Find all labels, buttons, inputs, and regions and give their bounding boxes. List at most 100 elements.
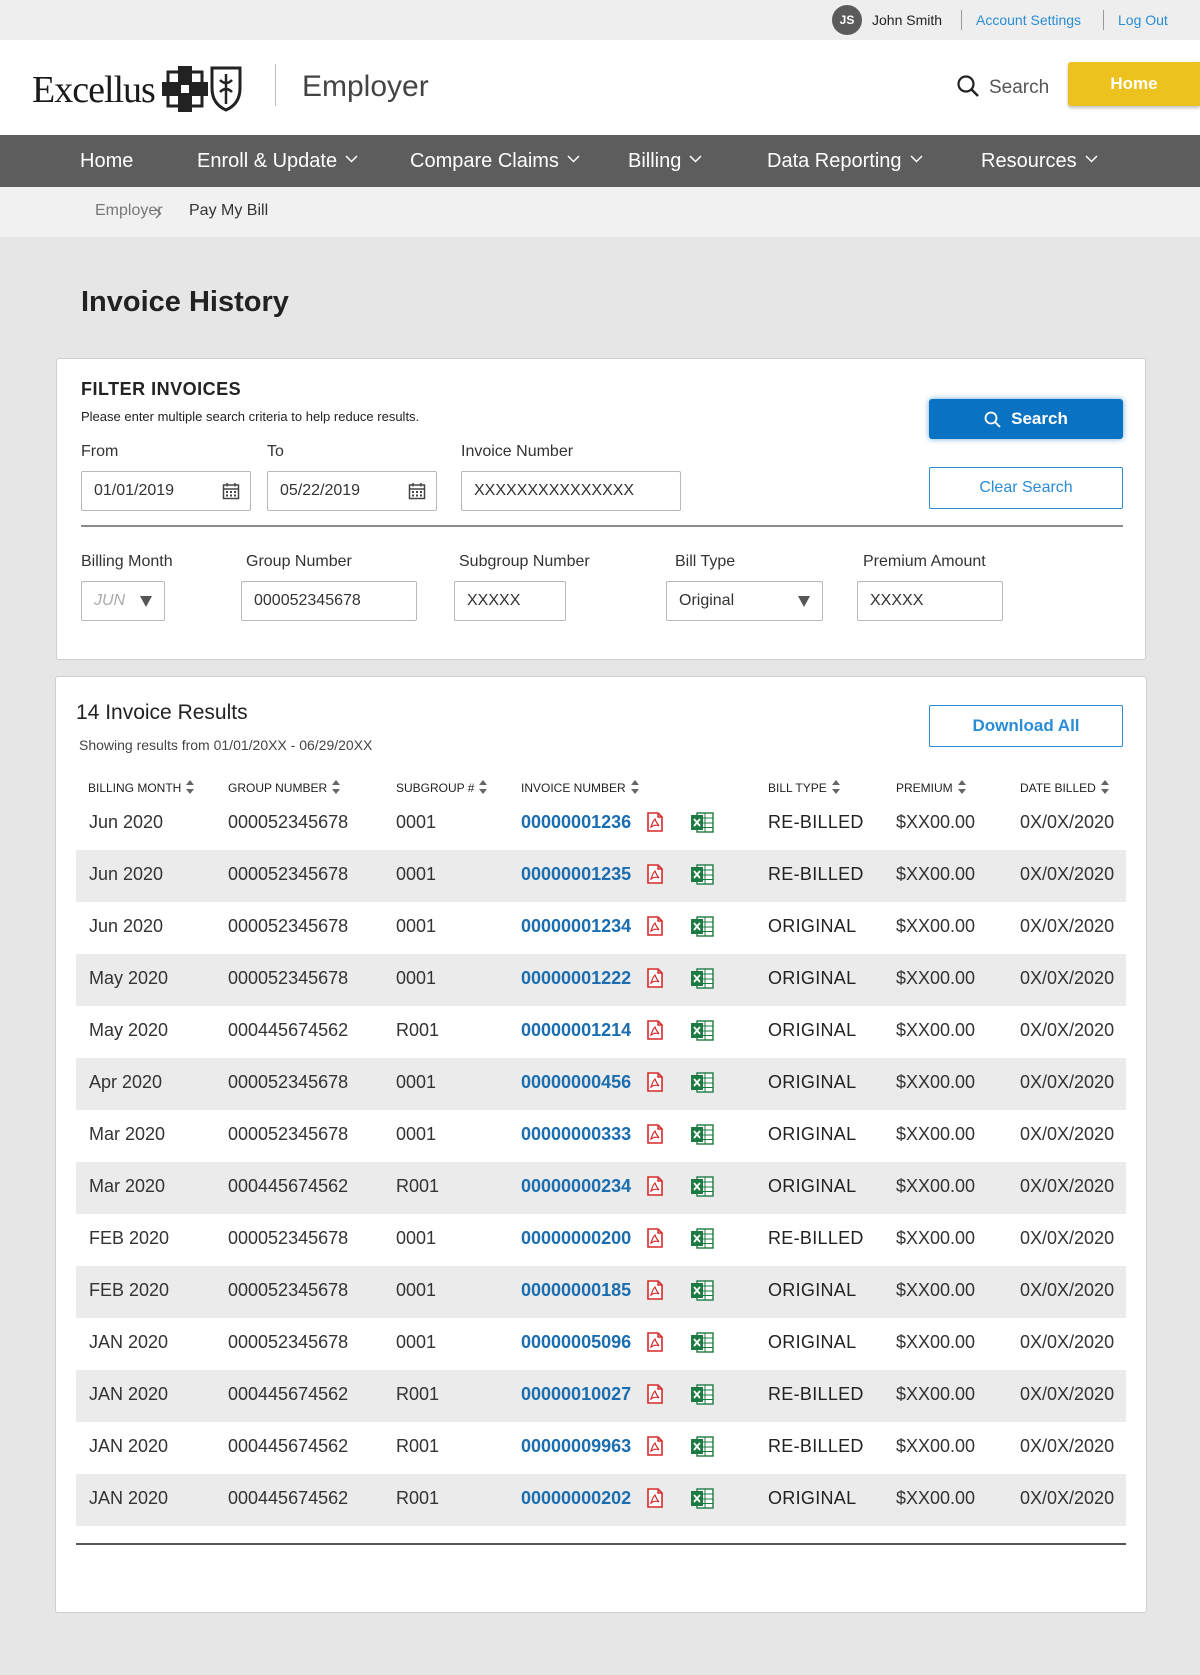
pdf-icon[interactable] — [647, 1384, 663, 1409]
pdf-icon[interactable] — [647, 1280, 663, 1305]
column-header-bill-type[interactable]: BILL TYPE — [768, 780, 840, 795]
invoice-number-link[interactable]: 00000000234 — [521, 1176, 631, 1197]
invoice-number-link[interactable]: 00000009963 — [521, 1436, 631, 1457]
column-header-billing-month[interactable]: BILLING MONTH — [88, 780, 195, 795]
home-button[interactable]: Home — [1068, 62, 1200, 106]
bill-type-select[interactable]: Original — [666, 581, 823, 621]
pdf-icon[interactable] — [647, 1124, 663, 1149]
nav-data-reporting[interactable]: Data Reporting — [767, 150, 923, 173]
excel-icon[interactable] — [690, 1020, 714, 1046]
bill-type-cell: RE-BILLED — [768, 1436, 864, 1456]
pdf-icon[interactable] — [647, 1488, 663, 1513]
excel-icon[interactable] — [690, 864, 714, 890]
pdf-icon[interactable] — [647, 968, 663, 993]
column-header-group-number[interactable]: GROUP NUMBER — [228, 780, 341, 795]
date-billed-cell: 0X/0X/2020 — [1020, 968, 1115, 988]
excel-icon[interactable] — [690, 1280, 714, 1306]
filter-title: FILTER INVOICES — [81, 379, 242, 399]
column-header-premium[interactable]: PREMIUM — [896, 780, 966, 795]
download-all-button[interactable]: Download All — [929, 705, 1123, 747]
invoice-number-link[interactable]: 00000001214 — [521, 1020, 631, 1041]
excel-icon[interactable] — [690, 1072, 714, 1098]
excellus-logo[interactable]: Excellus — [32, 68, 156, 112]
group-number-cell: 000052345678 — [228, 1124, 349, 1144]
premium-cell: $XX00.00 — [896, 968, 976, 988]
excel-icon[interactable] — [690, 1436, 714, 1462]
pdf-icon[interactable] — [647, 916, 663, 941]
billing-month-cell: Jun 2020 — [89, 916, 164, 936]
invoice-number-link[interactable]: 00000001222 — [521, 968, 631, 989]
nav-compare-claims[interactable]: Compare Claims — [410, 150, 580, 173]
excel-icon[interactable] — [690, 812, 714, 838]
group-number-cell: 000052345678 — [228, 1332, 349, 1352]
table-row: JAN 2020 000445674562 R001 00000009963 RE-BI… — [76, 1422, 1126, 1474]
date-billed-cell: 0X/0X/2020 — [1020, 1228, 1115, 1248]
invoice-number-field[interactable]: XXXXXXXXXXXXXXX — [461, 471, 681, 511]
breadcrumb-employer[interactable]: Employer — [95, 202, 163, 220]
group-number-field[interactable]: 000052345678 — [241, 581, 417, 621]
premium-amount-label: Premium Amount — [863, 553, 986, 570]
excel-icon[interactable] — [690, 1384, 714, 1410]
pdf-icon[interactable] — [647, 864, 663, 889]
sort-icon — [630, 780, 639, 794]
invoice-number-link[interactable]: 00000005096 — [521, 1332, 631, 1353]
pdf-icon[interactable] — [647, 1072, 663, 1097]
to-label: To — [267, 443, 284, 460]
excel-icon[interactable] — [690, 968, 714, 994]
excel-icon[interactable] — [690, 1124, 714, 1150]
pdf-icon[interactable] — [647, 1436, 663, 1461]
account-settings-link[interactable]: Account Settings — [976, 12, 1081, 28]
pdf-icon[interactable] — [647, 812, 663, 837]
nav-home[interactable]: Home — [80, 150, 133, 173]
invoice-number-link[interactable]: 00000000333 — [521, 1124, 631, 1145]
pdf-icon[interactable] — [647, 1332, 663, 1357]
invoice-number-link[interactable]: 00000000456 — [521, 1072, 631, 1093]
table-row: JAN 2020 000445674562 R001 00000000202 ORIGI… — [76, 1474, 1126, 1526]
bill-type-cell: RE-BILLED — [768, 1228, 864, 1248]
pdf-icon[interactable] — [647, 1176, 663, 1201]
excel-icon[interactable] — [690, 916, 714, 942]
excel-icon[interactable] — [690, 1332, 714, 1358]
premium-amount-field[interactable]: XXXXX — [857, 581, 1003, 621]
pdf-icon[interactable] — [647, 1020, 663, 1045]
premium-cell: $XX00.00 — [896, 916, 976, 936]
nav-enroll-update[interactable]: Enroll & Update — [197, 150, 358, 173]
date-billed-cell: 0X/0X/2020 — [1020, 1384, 1115, 1404]
invoice-number-link[interactable]: 00000000200 — [521, 1228, 631, 1249]
search-button[interactable]: Search — [929, 399, 1123, 439]
calendar-icon[interactable] — [222, 482, 240, 500]
subgroup-cell: R001 — [396, 1436, 440, 1456]
invoice-number-link[interactable]: 00000000185 — [521, 1280, 631, 1301]
clear-search-button[interactable]: Clear Search — [929, 467, 1123, 509]
excel-icon[interactable] — [690, 1228, 714, 1254]
search-icon[interactable] — [956, 74, 980, 98]
pdf-icon[interactable] — [647, 1228, 663, 1253]
invoice-number-link[interactable]: 00000000202 — [521, 1488, 631, 1509]
bill-type-cell: ORIGINAL — [768, 1072, 857, 1092]
column-header-date-billed[interactable]: DATE BILLED — [1020, 780, 1109, 795]
column-header-invoice-number[interactable]: INVOICE NUMBER — [521, 780, 639, 795]
invoice-number-link[interactable]: 00000001235 — [521, 864, 631, 885]
column-header-label: PREMIUM — [896, 781, 953, 795]
avatar[interactable]: JS — [832, 5, 862, 35]
log-out-link[interactable]: Log Out — [1118, 12, 1168, 28]
column-header-subgroup[interactable]: SUBGROUP # — [396, 780, 488, 795]
invoice-number-link[interactable]: 00000001234 — [521, 916, 631, 937]
header-search-label[interactable]: Search — [989, 77, 1049, 99]
nav-resources[interactable]: Resources — [981, 150, 1098, 173]
to-date-field[interactable]: 05/22/2019 — [267, 471, 437, 511]
invoice-number-link[interactable]: 00000001236 — [521, 812, 631, 833]
nav-billing[interactable]: Billing — [628, 150, 702, 173]
billing-month-select[interactable]: JUN — [81, 581, 165, 621]
excel-icon[interactable] — [690, 1176, 714, 1202]
bill-type-cell: RE-BILLED — [768, 864, 864, 884]
from-date-field[interactable]: 01/01/2019 — [81, 471, 251, 511]
group-number-cell: 000052345678 — [228, 864, 349, 884]
calendar-icon[interactable] — [408, 482, 426, 500]
bcbs-logo-icon — [162, 66, 242, 112]
premium-cell: $XX00.00 — [896, 864, 976, 884]
excel-icon[interactable] — [690, 1488, 714, 1514]
subgroup-number-field[interactable]: XXXXX — [454, 581, 566, 621]
invoice-number-link[interactable]: 00000010027 — [521, 1384, 631, 1405]
date-billed-cell: 0X/0X/2020 — [1020, 1488, 1115, 1508]
